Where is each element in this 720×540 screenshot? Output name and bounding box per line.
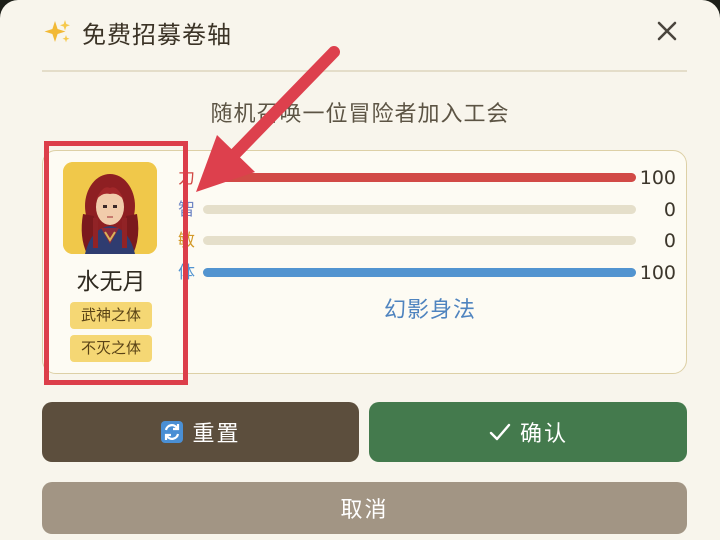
sparkle-icon xyxy=(44,20,70,43)
stat-value: 0 xyxy=(663,230,676,252)
header-divider xyxy=(42,70,687,72)
stat-row-agility: 敏 0 xyxy=(178,229,688,253)
dialog-header: 免费招募卷轴 xyxy=(44,14,232,50)
stat-value: 100 xyxy=(639,167,676,189)
stat-bar xyxy=(203,236,636,245)
stat-value: 100 xyxy=(639,262,676,284)
stat-value: 0 xyxy=(663,199,676,221)
stat-bar xyxy=(203,173,636,182)
stat-bar-fill xyxy=(203,268,636,277)
close-icon[interactable] xyxy=(652,16,682,46)
stat-bar-fill xyxy=(203,173,636,182)
stat-bar xyxy=(203,268,636,277)
confirm-button-label: 确认 xyxy=(519,422,568,447)
stat-row-intelligence: 智 0 xyxy=(178,198,688,222)
dialog-subtitle: 随机召唤一位冒险者加入工会 xyxy=(210,102,510,127)
stat-row-strength: 力 100 xyxy=(178,166,688,190)
reset-button[interactable]: 重置 xyxy=(42,402,359,462)
refresh-icon xyxy=(161,421,184,443)
recruit-dialog: 免费招募卷轴 随机召唤一位冒险者加入工会 水无月 武神之体 不灭之体 力 100… xyxy=(0,0,720,540)
cancel-button-label: 取消 xyxy=(340,498,389,523)
hero-card-highlight xyxy=(44,141,188,385)
confirm-button[interactable]: 确认 xyxy=(369,402,687,462)
checkmark-icon xyxy=(489,423,511,441)
reset-button-label: 重置 xyxy=(192,422,241,447)
stat-row-constitution: 体 100 xyxy=(178,261,688,285)
cancel-button[interactable]: 取消 xyxy=(42,482,687,534)
dialog-title: 免费招募卷轴 xyxy=(82,20,232,49)
stat-bar xyxy=(203,205,636,214)
skill-name: 幻影身法 xyxy=(383,298,476,323)
